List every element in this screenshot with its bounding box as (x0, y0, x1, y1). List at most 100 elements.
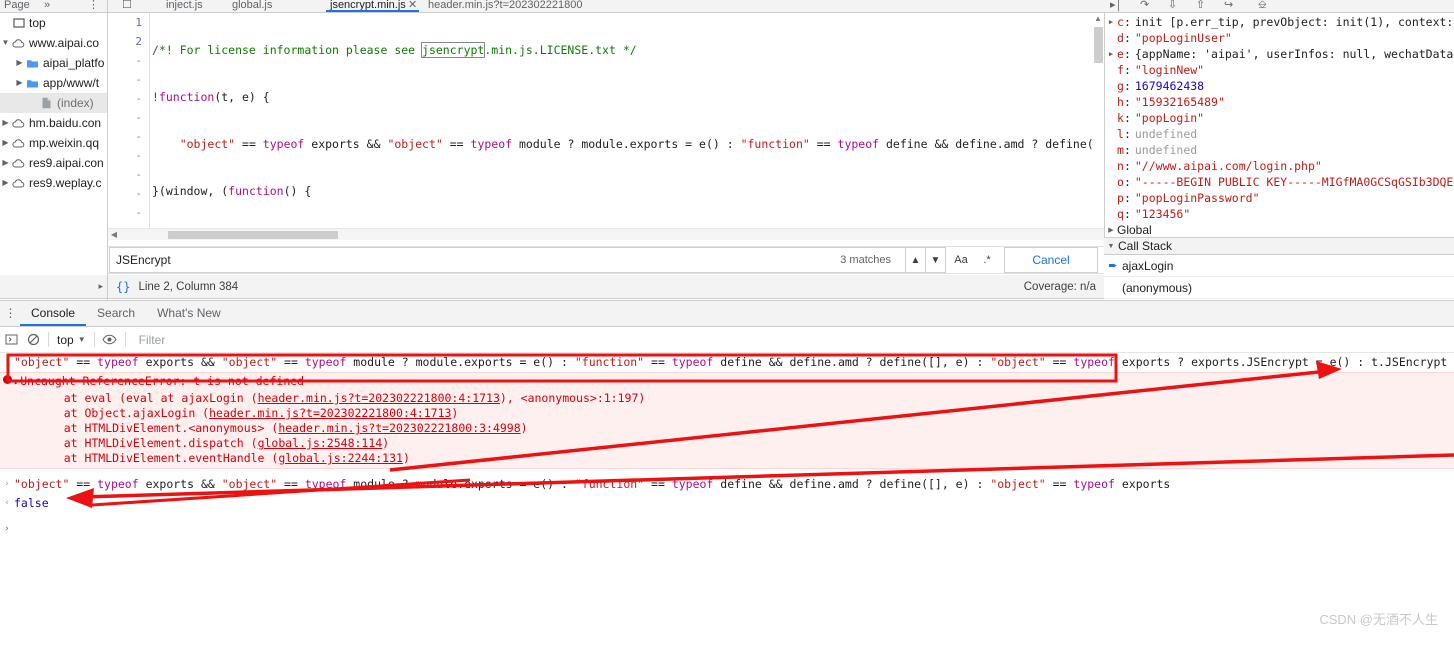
pretty-print-icon[interactable]: {} (116, 280, 130, 294)
navigator-kebab-icon[interactable]: ⋮ (88, 0, 99, 12)
scope-value[interactable]: "-----BEGIN PUBLIC KEY-----MIGfMA0GCSqGS… (1135, 174, 1454, 190)
expander-open-icon[interactable]: ▼ (0, 33, 11, 53)
source-code-editor[interactable]: 1 2 - - - - - - - - - - - /*! For licens… (108, 13, 1104, 233)
scope-row-d[interactable]: d: "popLoginUser" (1105, 30, 1454, 46)
scope-value[interactable]: "loginNew" (1135, 62, 1204, 78)
tree-item-res9-weplay-com[interactable]: ▶ res9.weplay.c (0, 173, 107, 193)
expander-icon[interactable]: ▶ (1105, 46, 1117, 62)
expander-icon[interactable]: ▶ (1105, 14, 1117, 30)
console-filter-input[interactable]: Filter (130, 327, 1454, 353)
step-into-icon[interactable]: ⇩ (1168, 0, 1177, 12)
scope-value[interactable]: {appName: 'aipai', userInfos: null, wech… (1135, 46, 1454, 62)
scope-row-l[interactable]: l: undefined (1105, 126, 1454, 142)
scope-row-m[interactable]: m: undefined (1105, 142, 1454, 158)
scope-value[interactable]: "popLogin" (1135, 110, 1204, 126)
console-message-list[interactable]: › "object" == typeof exports && "object"… (0, 353, 1454, 646)
search-next-button[interactable]: ▼ (926, 247, 946, 273)
scope-value[interactable]: 1679462438 (1135, 78, 1204, 94)
tree-item-index[interactable]: (index) (0, 93, 107, 113)
tree-item-top[interactable]: top (0, 13, 107, 33)
resume-icon[interactable]: ▸│ (1110, 0, 1122, 12)
cancel-button[interactable]: Cancel (1004, 247, 1098, 273)
stack-frame-link[interactable]: header.min.js?t=202302221800:4:1713 (209, 406, 451, 420)
navigator-file-tree[interactable]: top ▼ www.aipai.co ▶ aipai_platfo ▶ app/… (0, 13, 108, 301)
match-case-toggle[interactable]: Aa (950, 247, 972, 273)
scroll-up-icon[interactable]: ▲ (1092, 13, 1104, 25)
scope-value[interactable]: "popLoginUser" (1135, 30, 1232, 46)
scope-value[interactable]: "15932165489" (1135, 94, 1225, 110)
tab-whats-new[interactable]: What's New (146, 299, 232, 326)
step-over-icon[interactable]: ↷ (1140, 0, 1149, 12)
scope-row-o[interactable]: o: "-----BEGIN PUBLIC KEY-----MIGfMA0GCS… (1105, 174, 1454, 190)
tab-inject-js[interactable]: inject.js (166, 0, 203, 12)
scope-value[interactable]: undefined (1135, 142, 1197, 158)
tree-item-app-www-t[interactable]: ▶ app/www/t (0, 73, 107, 93)
scope-row-e[interactable]: ▶ e: {appName: 'aipai', userInfos: null,… (1105, 46, 1454, 62)
tree-item-aipai-platform[interactable]: ▶ aipai_platfo (0, 53, 107, 73)
stack-frame-link[interactable]: header.min.js?t=202302221800:3:4998 (278, 421, 520, 435)
scope-row-f[interactable]: f: "loginNew" (1105, 62, 1454, 78)
stack-frame-link[interactable]: header.min.js?t=202302221800:4:1713 (258, 391, 500, 405)
expander-icon[interactable]: ▶ (0, 173, 11, 193)
console-prompt[interactable]: › (0, 519, 1454, 538)
call-stack-header[interactable]: ▼ Call Stack (1104, 237, 1454, 255)
tab-global-js[interactable]: global.js (232, 0, 272, 12)
editor-vertical-scrollbar[interactable]: ▲ (1092, 13, 1104, 233)
navigator-more-icon[interactable]: » (44, 0, 50, 12)
step-out-icon[interactable]: ⇧ (1196, 0, 1205, 12)
tab-page[interactable]: Page (4, 0, 30, 12)
editor-code-area[interactable]: /*! For license information please see j… (152, 13, 1104, 233)
scope-row-q[interactable]: q: "123456" (1105, 206, 1454, 222)
stack-frame-link[interactable]: global.js:2548:114 (258, 436, 383, 450)
expander-open-icon[interactable]: ▼ (1104, 243, 1118, 250)
stack-frame-link[interactable]: global.js:2244:131 (278, 451, 403, 465)
scope-row-n[interactable]: n: "//www.aipai.com/login.php" (1105, 158, 1454, 174)
expander-icon[interactable]: ▶ (0, 133, 11, 153)
scope-value[interactable]: "popLoginPassword" (1135, 190, 1260, 206)
editor-find-bar[interactable]: JSEncrypt 3 matches ▲ ▼ Aa .* Cancel (108, 246, 1104, 274)
live-expression-icon[interactable] (99, 327, 121, 353)
dock-icon[interactable]: ☐ (122, 0, 132, 12)
scope-row-g[interactable]: g: 1679462438 (1105, 78, 1454, 94)
tree-item-res9-aipai-com[interactable]: ▶ res9.aipai.con (0, 153, 107, 173)
console-sidebar-toggle-icon[interactable] (0, 327, 22, 353)
search-prev-button[interactable]: ▲ (906, 247, 926, 273)
deactivate-breakpoints-icon[interactable]: ⎒ (1258, 0, 1267, 12)
scope-row-k[interactable]: k: "popLogin" (1105, 110, 1454, 126)
scope-value[interactable]: "//www.aipai.com/login.php" (1135, 158, 1322, 174)
expander-icon[interactable]: ▶ (14, 53, 25, 73)
tree-item-hm-baidu-com[interactable]: ▶ hm.baidu.con (0, 113, 107, 133)
clear-console-icon[interactable] (22, 327, 44, 353)
scope-row-p[interactable]: p: "popLoginPassword" (1105, 190, 1454, 206)
drawer-kebab-icon[interactable]: ⋮ (0, 299, 20, 326)
expander-icon[interactable]: ▶ (14, 73, 25, 93)
editor-horizontal-scrollbar[interactable]: ◀ (108, 228, 1104, 240)
scrollbar-thumb[interactable] (1094, 27, 1103, 63)
scope-value[interactable]: undefined (1135, 126, 1197, 142)
tree-item-www-aipai-com[interactable]: ▼ www.aipai.co (0, 33, 107, 53)
tab-console[interactable]: Console (20, 299, 87, 326)
regex-toggle[interactable]: .* (976, 247, 998, 273)
tab-search[interactable]: Search (86, 299, 146, 326)
console-error-title[interactable]: ▸ Uncaught ReferenceError: t is not defin… (14, 374, 645, 391)
scope-row-h[interactable]: h: "15932165489" (1105, 94, 1454, 110)
call-stack-frames[interactable]: ➨ ajaxLogin (anonymous) (1104, 255, 1454, 300)
console-eval-input-row[interactable]: › "object" == typeof exports && "object"… (0, 353, 1454, 372)
execution-context-selector[interactable]: top ▼ (53, 327, 90, 353)
expander-icon[interactable]: ▶ (0, 153, 11, 173)
scope-value[interactable]: "123456" (1135, 206, 1190, 222)
scroll-left-icon[interactable]: ◀ (109, 229, 119, 241)
call-stack-frame-anonymous[interactable]: (anonymous) (1104, 277, 1454, 299)
chevron-right-icon[interactable]: ▸ (98, 281, 103, 292)
expander-icon[interactable]: ▶ (0, 113, 11, 133)
console-echo-input-row[interactable]: › "object" == typeof exports && "object"… (0, 475, 1454, 494)
console-error-message[interactable]: ! ▸ Uncaught ReferenceError: t is not def… (0, 372, 1454, 469)
scope-value[interactable]: init [p.err_tip, prevObject: init(1), co… (1135, 14, 1454, 30)
step-icon[interactable]: ↪ (1224, 0, 1233, 12)
scrollbar-thumb[interactable] (168, 231, 338, 239)
call-stack-frame-ajaxlogin[interactable]: ➨ ajaxLogin (1104, 255, 1454, 277)
search-input[interactable]: JSEncrypt 3 matches (109, 247, 906, 273)
tab-header-min-js[interactable]: header.min.js?t=202302221800 (428, 0, 582, 12)
tree-item-mp-weixin-qq[interactable]: ▶ mp.weixin.qq (0, 133, 107, 153)
scope-row-c[interactable]: ▶ c: init [p.err_tip, prevObject: init(1… (1105, 14, 1454, 30)
